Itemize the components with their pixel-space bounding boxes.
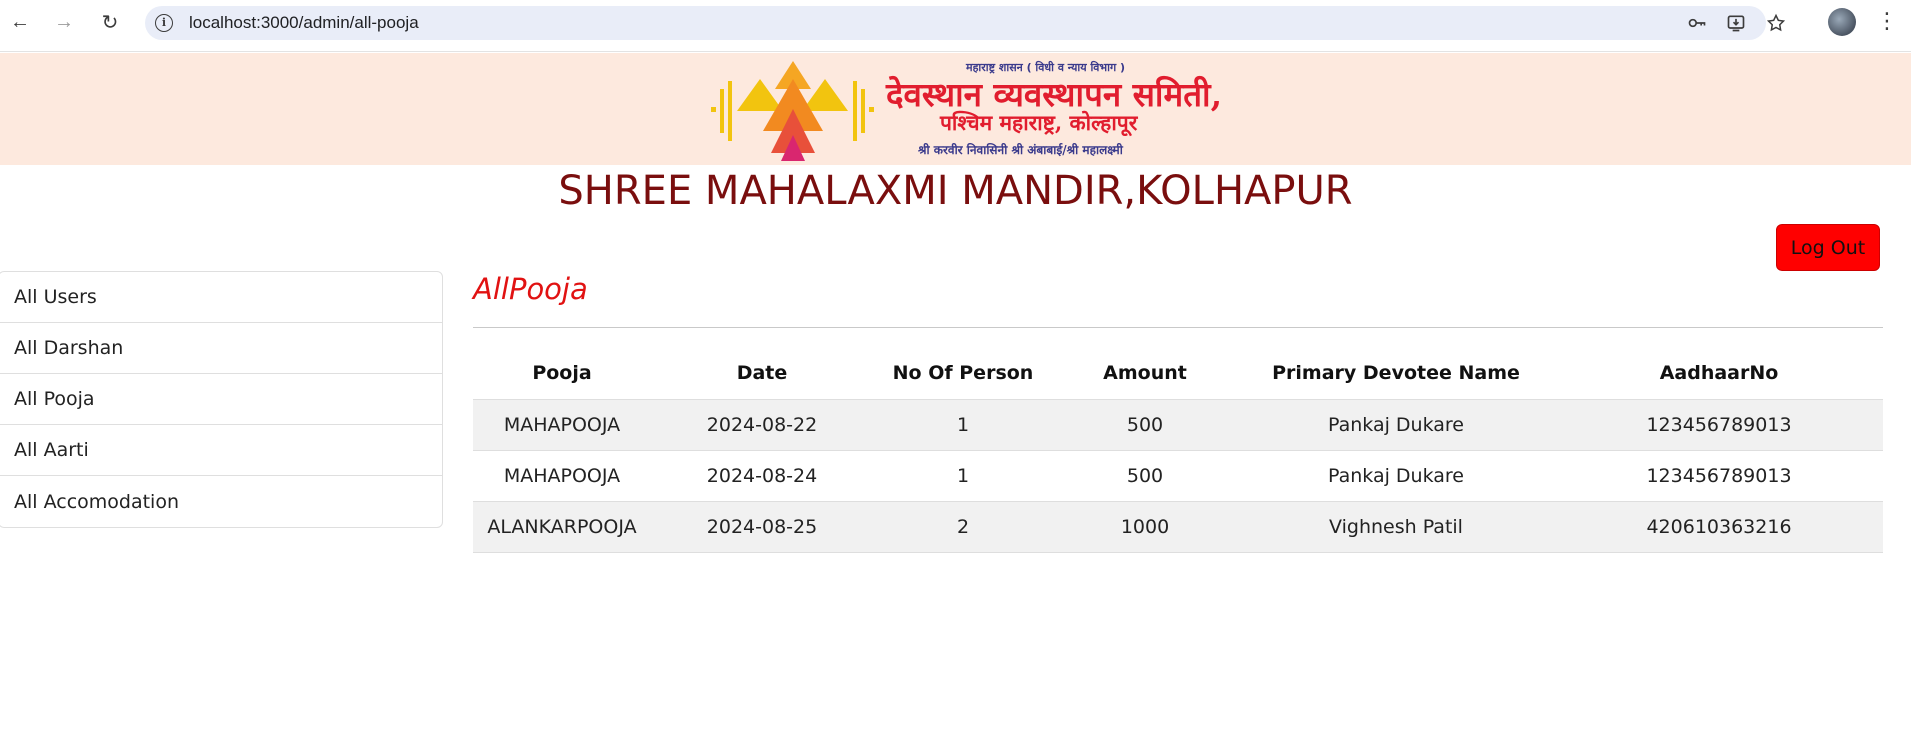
- table-header-row: Pooja Date No Of Person Amount Primary D…: [473, 348, 1883, 399]
- cell-date: 2024-08-22: [651, 398, 873, 450]
- cell-pooja: MAHAPOOJA: [473, 449, 651, 501]
- forward-arrow-icon[interactable]: →: [52, 10, 76, 34]
- browser-toolbar: ← → ↻ i localhost:3000/admin/all-pooja ⋮: [0, 0, 1911, 52]
- cell-no-of-person: 2: [873, 500, 1053, 553]
- page-title: SHREE MAHALAXMI MANDIR,KOLHAPUR: [558, 168, 1353, 214]
- column-header-pooja: Pooja: [532, 362, 592, 385]
- admin-sidebar: All Users All Darshan All Pooja All Aart…: [0, 271, 443, 528]
- table-row: MAHAPOOJA 2024-08-24 1 500 Pankaj Dukare…: [473, 449, 1883, 501]
- column-header-amount: Amount: [1103, 362, 1187, 385]
- cell-aadhaar-no: 123456789013: [1555, 398, 1883, 450]
- install-app-icon[interactable]: [1725, 13, 1747, 33]
- cell-devotee-name: Pankaj Dukare: [1237, 398, 1555, 450]
- bookmark-star-icon[interactable]: [1765, 13, 1787, 33]
- cell-no-of-person: 1: [873, 398, 1053, 450]
- cell-amount: 500: [1053, 398, 1237, 450]
- cell-amount: 1000: [1053, 500, 1237, 553]
- site-info-icon[interactable]: i: [155, 14, 173, 32]
- column-header-no-of-person: No Of Person: [892, 362, 1034, 385]
- table-row: ALANKARPOOJA 2024-08-25 2 1000 Vighnesh …: [473, 500, 1883, 553]
- section-divider: [473, 327, 1883, 328]
- cell-date: 2024-08-24: [651, 449, 873, 501]
- table-row: MAHAPOOJA 2024-08-22 1 500 Pankaj Dukare…: [473, 398, 1883, 450]
- column-header-primary-devotee-name: Primary Devotee Name: [1272, 362, 1520, 385]
- url-text[interactable]: localhost:3000/admin/all-pooja: [189, 13, 419, 33]
- key-icon[interactable]: [1686, 13, 1708, 33]
- logout-button[interactable]: Log Out: [1776, 224, 1880, 271]
- cell-date: 2024-08-25: [651, 500, 873, 553]
- cell-pooja: ALANKARPOOJA: [473, 500, 651, 553]
- banner-subtitle: पश्चिम महाराष्ट्र, कोल्हापूर: [940, 110, 1138, 135]
- back-arrow-icon[interactable]: ←: [8, 10, 32, 34]
- menu-dots-icon[interactable]: ⋮: [1876, 6, 1898, 36]
- banner-tagline: श्री करवीर निवासिनी श्री अंबाबाई/श्री मह…: [918, 143, 1123, 157]
- cell-devotee-name: Pankaj Dukare: [1237, 449, 1555, 501]
- address-bar[interactable]: i localhost:3000/admin/all-pooja: [145, 6, 1786, 40]
- sidebar-item-all-aarti[interactable]: All Aarti: [0, 425, 442, 476]
- sidebar-item-all-users[interactable]: All Users: [0, 272, 442, 323]
- cell-no-of-person: 1: [873, 449, 1053, 501]
- cell-aadhaar-no: 420610363216: [1555, 500, 1883, 553]
- sidebar-item-all-pooja[interactable]: All Pooja: [0, 374, 442, 425]
- sidebar-item-all-accomodation[interactable]: All Accomodation: [0, 476, 442, 527]
- profile-avatar[interactable]: [1828, 8, 1856, 36]
- cell-pooja: MAHAPOOJA: [473, 398, 651, 450]
- cell-aadhaar-no: 123456789013: [1555, 449, 1883, 501]
- cell-devotee-name: Vighnesh Patil: [1237, 500, 1555, 553]
- sidebar-item-all-darshan[interactable]: All Darshan: [0, 323, 442, 374]
- section-title: AllPooja: [473, 272, 588, 306]
- column-header-date: Date: [736, 362, 788, 385]
- column-header-aadhaar-no: AadhaarNo: [1659, 362, 1779, 385]
- header-banner: महाराष्ट्र शासन ( विधी व न्याय विभाग ) द…: [0, 53, 1911, 165]
- pooja-table: Pooja Date No Of Person Amount Primary D…: [473, 348, 1883, 553]
- cell-amount: 500: [1053, 449, 1237, 501]
- reload-icon[interactable]: ↻: [98, 10, 122, 34]
